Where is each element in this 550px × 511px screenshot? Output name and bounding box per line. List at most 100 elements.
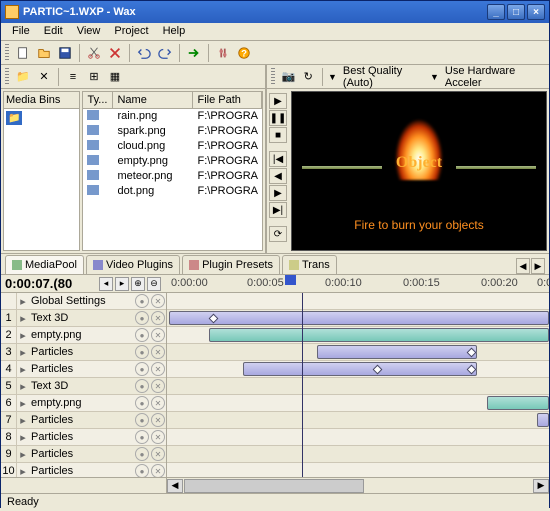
scroll-right[interactable]: ▶ [533,479,549,493]
file-row[interactable]: cloud.pngF:\PROGRA [83,139,262,154]
tc-btn4[interactable]: ⊖ [147,277,161,291]
tab-scroll-right[interactable]: ▶ [531,258,545,274]
track-close-icon[interactable]: ✕ [151,396,165,410]
menu-file[interactable]: File [5,23,37,40]
settings-icon[interactable] [213,43,233,63]
cut-icon[interactable] [84,43,104,63]
loop-button[interactable]: ⟳ [269,226,287,242]
clip[interactable] [209,328,549,342]
undo-icon[interactable] [134,43,154,63]
clip[interactable] [537,413,549,427]
view-icons-icon[interactable]: ⊞ [84,67,104,87]
clip[interactable] [487,396,549,410]
tc-btn1[interactable]: ◂ [99,277,113,291]
track-close-icon[interactable]: ✕ [151,413,165,427]
file-row[interactable]: rain.pngF:\PROGRA [83,109,262,124]
maximize-button[interactable]: □ [507,4,525,20]
refresh-icon[interactable]: ↻ [299,67,317,87]
add-folder-icon[interactable]: 📁 [13,67,33,87]
view-thumbs-icon[interactable]: ▦ [105,67,125,87]
file-row[interactable]: spark.pngF:\PROGRA [83,124,262,139]
last-frame-button[interactable]: ▶| [269,202,287,218]
clip[interactable] [317,345,477,359]
track-header[interactable]: 10▸Particles●✕ [1,463,166,477]
track-mute-icon[interactable]: ● [135,379,149,393]
tab-plugin-presets[interactable]: Plugin Presets [182,255,280,274]
track-close-icon[interactable]: ✕ [151,345,165,359]
menu-view[interactable]: View [70,23,108,40]
menu-edit[interactable]: Edit [37,23,70,40]
tab-scroll-left[interactable]: ◀ [516,258,530,274]
track-close-icon[interactable]: ✕ [151,328,165,342]
clip[interactable] [243,362,477,376]
track-mute-icon[interactable]: ● [135,328,149,342]
track-header[interactable]: 7▸Particles●✕ [1,412,166,429]
play-button[interactable]: ▶ [269,93,287,109]
track-mute-icon[interactable]: ● [135,396,149,410]
track-close-icon[interactable]: ✕ [151,294,165,308]
clip-area[interactable] [167,293,549,477]
redo-icon[interactable] [155,43,175,63]
time-ruler[interactable]: 0:00:00 0:00:05 0:00:10 0:00:15 0:00:20 … [167,275,549,292]
track-close-icon[interactable]: ✕ [151,379,165,393]
clip[interactable] [169,311,549,325]
track-header[interactable]: 5▸Text 3D●✕ [1,378,166,395]
file-row[interactable]: dot.pngF:\PROGRA [83,184,262,199]
track-header[interactable]: 2▸empty.png●✕ [1,327,166,344]
file-row[interactable]: empty.pngF:\PROGRA [83,154,262,169]
open-icon[interactable] [34,43,54,63]
col-type[interactable]: Ty... [83,92,113,108]
remove-icon[interactable]: ✕ [34,67,54,87]
new-icon[interactable] [13,43,33,63]
tc-btn2[interactable]: ▸ [115,277,129,291]
track-header[interactable]: ▸Global Settings●✕ [1,293,166,310]
prev-frame-button[interactable]: ◀ [269,168,287,184]
col-path[interactable]: File Path [193,92,262,108]
track-header[interactable]: 9▸Particles●✕ [1,446,166,463]
track-header[interactable]: 1▸Text 3D●✕ [1,310,166,327]
quality-label[interactable]: Best Quality (Auto) [339,65,428,89]
tab-video-plugins[interactable]: Video Plugins [86,255,180,274]
track-mute-icon[interactable]: ● [135,464,149,477]
save-icon[interactable] [55,43,75,63]
next-frame-button[interactable]: ▶ [269,185,287,201]
track-mute-icon[interactable]: ● [135,430,149,444]
delete-icon[interactable] [105,43,125,63]
scroll-thumb[interactable] [184,479,364,493]
track-mute-icon[interactable]: ● [135,311,149,325]
help-icon[interactable]: ? [234,43,254,63]
track-mute-icon[interactable]: ● [135,362,149,376]
track-close-icon[interactable]: ✕ [151,311,165,325]
view-list-icon[interactable]: ≡ [63,67,83,87]
track-mute-icon[interactable]: ● [135,345,149,359]
minimize-button[interactable]: _ [487,4,505,20]
track-close-icon[interactable]: ✕ [151,447,165,461]
camera-icon[interactable]: 📷 [280,67,298,87]
playhead-icon[interactable] [285,275,296,285]
track-mute-icon[interactable]: ● [135,413,149,427]
tc-btn3[interactable]: ⊕ [131,277,145,291]
close-button[interactable]: × [527,4,545,20]
go-icon[interactable] [184,43,204,63]
menu-help[interactable]: Help [156,23,193,40]
tab-mediapool[interactable]: MediaPool [5,255,84,274]
scroll-left[interactable]: ◀ [167,479,183,493]
file-row[interactable]: meteor.pngF:\PROGRA [83,169,262,184]
stop-button[interactable]: ■ [269,127,287,143]
first-frame-button[interactable]: |◀ [269,151,287,167]
track-mute-icon[interactable]: ● [135,294,149,308]
tab-transitions[interactable]: Trans [282,255,337,274]
track-header[interactable]: 4▸Particles●✕ [1,361,166,378]
menu-project[interactable]: Project [107,23,155,40]
track-close-icon[interactable]: ✕ [151,430,165,444]
track-header[interactable]: 3▸Particles●✕ [1,344,166,361]
hw-accel-label[interactable]: Use Hardware Acceler [441,65,545,89]
track-header[interactable]: 8▸Particles●✕ [1,429,166,446]
track-header[interactable]: 6▸empty.png●✕ [1,395,166,412]
pause-button[interactable]: ❚❚ [269,110,287,126]
bin-folder[interactable]: 📁/ [6,111,22,125]
track-close-icon[interactable]: ✕ [151,362,165,376]
track-close-icon[interactable]: ✕ [151,464,165,477]
col-name[interactable]: Name [113,92,193,108]
track-mute-icon[interactable]: ● [135,447,149,461]
